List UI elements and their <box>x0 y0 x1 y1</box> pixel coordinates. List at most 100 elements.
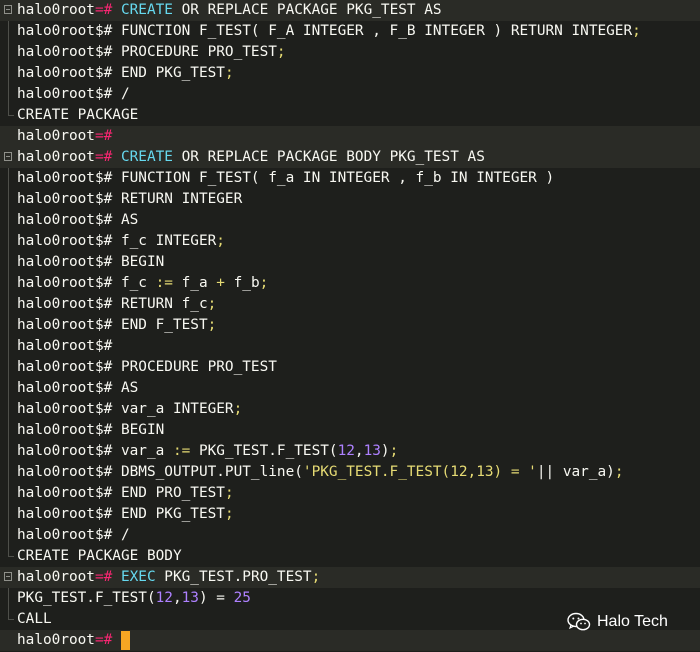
line-segment: 25 <box>233 590 251 606</box>
line-segment: := <box>172 443 191 459</box>
line-segment: halo0root <box>17 2 95 18</box>
fold-guide <box>0 315 17 336</box>
line-segment: PROCEDURE PRO_TEST <box>120 359 277 375</box>
terminal-line: PKG_TEST.F_TEST(12,13) = 25 <box>0 588 700 609</box>
line-segment: =# <box>94 128 113 144</box>
line-segment: halo0root <box>17 569 95 585</box>
line-segment: PKG_TEST.PRO_TEST <box>155 569 312 585</box>
line-segment: / <box>120 527 130 543</box>
line-segment: halo0root$# <box>17 191 121 207</box>
line-segment: ) <box>380 443 390 459</box>
fold-guide <box>0 588 17 609</box>
terminal-line: halo0root$# FUNCTION F_TEST( F_A INTEGER… <box>0 21 700 42</box>
line-segment: ; <box>311 569 321 585</box>
line-segment: , <box>354 443 364 459</box>
line-segment: ; <box>632 23 641 39</box>
fold-guide <box>0 231 17 252</box>
line-segment: ; <box>207 317 217 333</box>
line-segment: EXEC <box>120 569 156 585</box>
line-segment: halo0root$# <box>17 44 121 60</box>
line-segment: ; <box>207 296 217 312</box>
line-segment: var_a <box>120 443 173 459</box>
line-segment: halo0root$# <box>17 527 121 543</box>
line-segment: halo0root$# <box>17 86 121 102</box>
line-segment: ) = <box>198 590 234 606</box>
fold-guide <box>0 84 17 105</box>
terminal-line: halo0root$# FUNCTION F_TEST( f_a IN INTE… <box>0 168 700 189</box>
line-segment: := <box>155 275 173 291</box>
fold-toggle-icon[interactable] <box>0 147 17 168</box>
fold-toggle-icon[interactable] <box>0 0 17 21</box>
fold-toggle-icon[interactable] <box>0 567 17 588</box>
line-segment: ; <box>233 401 243 417</box>
fold-guide <box>0 504 17 525</box>
line-segment: 'PKG_TEST.F_TEST(12,13) = ' <box>302 464 537 480</box>
terminal-line: halo0root$# END F_TEST; <box>0 315 700 336</box>
fold-guide <box>0 189 17 210</box>
line-segment: halo0root$# <box>17 464 121 480</box>
terminal-line: halo0root$# PROCEDURE PRO_TEST; <box>0 42 700 63</box>
line-segment: 13 <box>363 443 381 459</box>
fold-guide <box>0 609 17 630</box>
line-segment: f_c <box>120 275 156 291</box>
line-segment: RETURN INTEGER <box>120 191 243 207</box>
wechat-icon <box>567 612 591 631</box>
terminal-line: halo0root$# f_c INTEGER; <box>0 231 700 252</box>
terminal-line: halo0root$# END PRO_TEST; <box>0 483 700 504</box>
line-segment: halo0root$# <box>17 296 121 312</box>
line-segment: RETURN f_c <box>120 296 208 312</box>
line-segment: halo0root$# <box>17 212 121 228</box>
fold-guide <box>0 252 17 273</box>
terminal-line: halo0root$# f_c := f_a + f_b; <box>0 273 700 294</box>
line-segment: ; <box>224 506 234 522</box>
line-segment: 12 <box>155 590 173 606</box>
text-cursor <box>120 631 130 650</box>
fold-guide <box>0 63 17 84</box>
fold-guide <box>0 399 17 420</box>
line-segment: FUNCTION F_TEST( F_A INTEGER , F_B INTEG… <box>120 23 633 39</box>
line-segment: ; <box>276 44 286 60</box>
line-segment: CREATE PACKAGE <box>17 107 139 123</box>
line-segment: halo0root$# <box>17 275 121 291</box>
line-segment: halo0root$# <box>17 338 113 354</box>
line-segment <box>112 632 121 648</box>
line-segment: halo0root$# <box>17 380 121 396</box>
line-segment: halo0root$# <box>17 422 121 438</box>
line-segment: halo0root <box>17 149 95 165</box>
line-segment: END F_TEST <box>120 317 208 333</box>
line-segment: halo0root$# <box>17 506 121 522</box>
terminal-line: halo0root$# AS <box>0 210 700 231</box>
terminal-line: halo0root$# RETURN INTEGER <box>0 189 700 210</box>
terminal-line: halo0root$# BEGIN <box>0 420 700 441</box>
fold-guide <box>0 630 17 651</box>
terminal-line: halo0root$# END PKG_TEST; <box>0 504 700 525</box>
fold-guide <box>0 420 17 441</box>
line-segment: halo0root$# <box>17 65 121 81</box>
line-segment: ; <box>216 233 225 249</box>
line-segment: END PKG_TEST <box>120 506 225 522</box>
terminal-output[interactable]: halo0root=# CREATE OR REPLACE PACKAGE PK… <box>0 0 700 651</box>
line-segment: END PKG_TEST <box>120 65 225 81</box>
terminal-window[interactable]: halo0root=# CREATE OR REPLACE PACKAGE PK… <box>0 0 700 652</box>
line-segment: CALL <box>17 611 52 627</box>
line-segment: CREATE PACKAGE BODY <box>17 548 182 564</box>
terminal-line: halo0root$# <box>0 336 700 357</box>
line-segment: + <box>216 275 225 291</box>
line-segment: f_c INTEGER <box>120 233 217 249</box>
fold-guide <box>0 462 17 483</box>
line-segment: / <box>120 86 130 102</box>
line-segment: var_a INTEGER <box>120 401 234 417</box>
fold-guide <box>0 21 17 42</box>
line-segment: DBMS_OUTPUT.PUT_line( <box>120 464 303 480</box>
terminal-line: halo0root$# RETURN f_c; <box>0 294 700 315</box>
terminal-line: halo0root=# CREATE OR REPLACE PACKAGE BO… <box>0 147 700 168</box>
fold-guide <box>0 126 17 147</box>
watermark-text: Halo Tech <box>597 613 668 630</box>
fold-guide <box>0 42 17 63</box>
terminal-line: halo0root$# / <box>0 525 700 546</box>
line-segment: =# <box>94 2 113 18</box>
terminal-line: halo0root$# AS <box>0 378 700 399</box>
line-segment: AS <box>120 212 139 228</box>
terminal-line: CREATE PACKAGE <box>0 105 700 126</box>
line-segment <box>112 569 121 585</box>
